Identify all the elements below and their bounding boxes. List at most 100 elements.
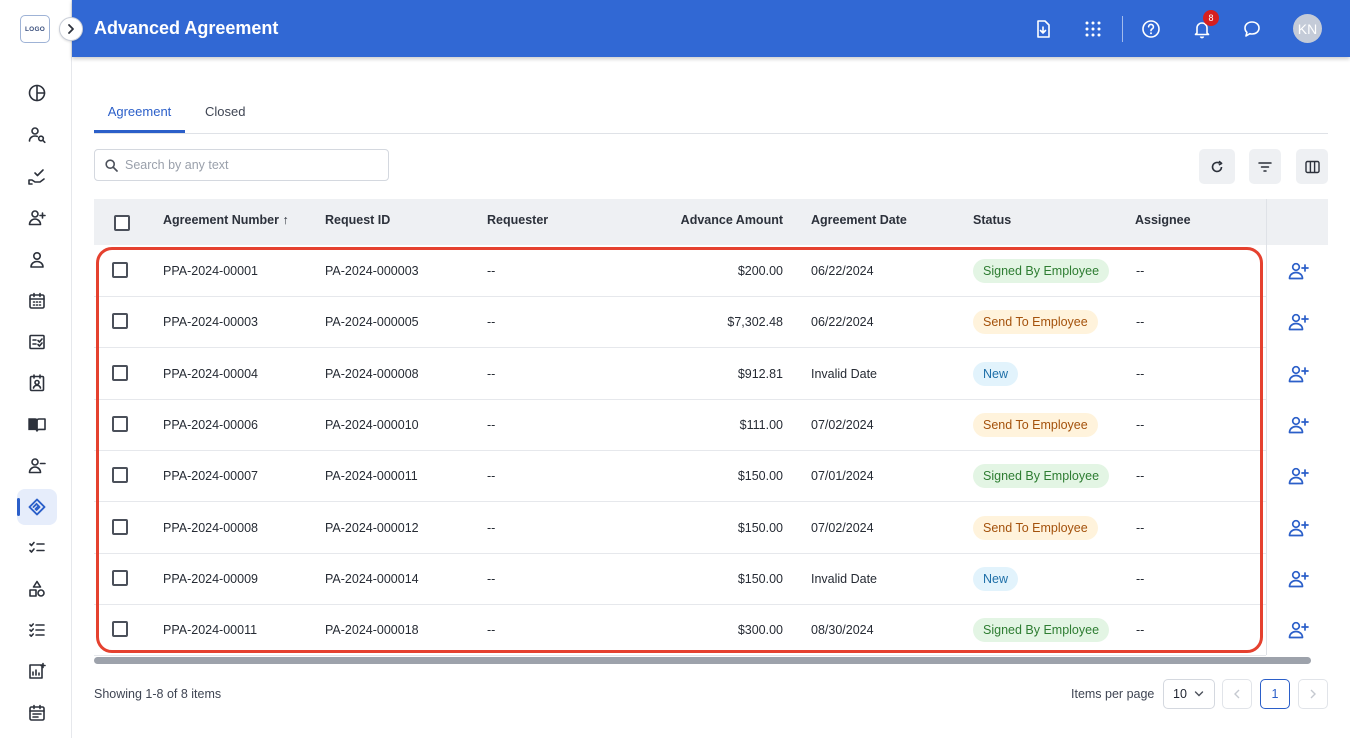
advance-amount-cell: $150.00 — [737, 572, 783, 586]
assign-user-button[interactable] — [1285, 413, 1311, 437]
table-row[interactable]: PPA-2024-00001 PA-2024-000003 -- $200.00… — [94, 246, 1266, 297]
table-row[interactable]: PPA-2024-00009 PA-2024-000014 -- $150.00… — [94, 554, 1266, 605]
assign-user-button[interactable] — [1285, 618, 1311, 642]
row-checkbox[interactable] — [112, 365, 128, 381]
row-checkbox[interactable] — [112, 416, 128, 432]
assign-user-button[interactable] — [1285, 567, 1311, 591]
sidebar-item-hand-check[interactable] — [17, 159, 57, 195]
user-avatar[interactable]: KN — [1293, 14, 1322, 43]
column-header-request-id[interactable]: Request ID — [325, 213, 390, 227]
column-chooser-button[interactable] — [1296, 149, 1328, 184]
agreement-number-cell[interactable]: PPA-2024-00008 — [163, 521, 258, 535]
assign-user-button[interactable] — [1285, 464, 1311, 488]
sidebar-item-event-calendar[interactable] — [17, 695, 57, 731]
help-button[interactable] — [1138, 16, 1164, 42]
sidebar-item-report-chart[interactable] — [17, 653, 57, 689]
sidebar-item-list-check[interactable] — [17, 612, 57, 648]
row-checkbox[interactable] — [112, 519, 128, 535]
row-checkbox[interactable] — [112, 313, 128, 329]
row-checkbox[interactable] — [112, 570, 128, 586]
sidebar-item-user-search[interactable] — [17, 117, 57, 153]
requester-cell: -- — [487, 469, 496, 483]
filter-button[interactable] — [1249, 149, 1281, 184]
table-row[interactable]: PPA-2024-00003 PA-2024-000005 -- $7,302.… — [94, 297, 1266, 348]
page-button-current[interactable]: 1 — [1260, 679, 1290, 709]
assign-user-button[interactable] — [1285, 259, 1311, 283]
agreement-date-cell: 07/01/2024 — [811, 469, 874, 483]
assign-user-button[interactable] — [1285, 310, 1311, 334]
sidebar-item-user-add[interactable] — [17, 200, 57, 236]
agreement-number-cell[interactable]: PPA-2024-00009 — [163, 572, 258, 586]
status-badge: Send To Employee — [973, 310, 1098, 334]
requester-cell: -- — [487, 367, 496, 381]
advance-amount-cell: $7,302.48 — [727, 315, 783, 329]
items-per-page-select[interactable]: 10 — [1163, 679, 1215, 709]
sidebar-item-handshake[interactable] — [17, 489, 57, 525]
logo: LOGO — [20, 15, 50, 43]
request-id-cell: PA-2024-000014 — [325, 572, 419, 586]
agreement-number-cell[interactable]: PPA-2024-00007 — [163, 469, 258, 483]
tab-closed[interactable]: Closed — [205, 97, 245, 133]
column-header-agreement-date[interactable]: Agreement Date — [811, 213, 907, 227]
columns-icon — [1304, 160, 1320, 173]
sidebar-item-shapes[interactable] — [17, 571, 57, 607]
sidebar-item-contact-card[interactable] — [17, 365, 57, 401]
chat-button[interactable] — [1239, 16, 1265, 42]
horizontal-scrollbar[interactable] — [94, 657, 1328, 665]
agreement-number-cell[interactable]: PPA-2024-00004 — [163, 367, 258, 381]
user-add-icon — [28, 210, 46, 226]
column-header-requester[interactable]: Requester — [487, 213, 548, 227]
table-header: Agreement Number ↑ Request ID Requester … — [94, 199, 1328, 245]
download-file-icon — [1037, 20, 1050, 38]
sidebar-item-task-list[interactable] — [17, 530, 57, 566]
assignee-cell: -- — [1136, 367, 1145, 381]
table-row[interactable]: PPA-2024-00007 PA-2024-000011 -- $150.00… — [94, 451, 1266, 502]
sidebar-item-calendar[interactable] — [17, 283, 57, 319]
scrollbar-thumb[interactable] — [94, 657, 1311, 664]
advance-amount-cell: $912.81 — [737, 367, 783, 381]
table-row[interactable]: PPA-2024-00004 PA-2024-000008 -- $912.81… — [94, 349, 1266, 400]
tab-agreement[interactable]: Agreement — [94, 97, 185, 133]
sidebar-item-book[interactable] — [17, 407, 57, 443]
apps-grid-button[interactable] — [1080, 16, 1106, 42]
previous-page-button[interactable] — [1222, 679, 1252, 709]
user-add-icon — [1288, 621, 1309, 639]
row-checkbox[interactable] — [112, 262, 128, 278]
column-header-assignee[interactable]: Assignee — [1135, 213, 1191, 227]
refresh-button[interactable] — [1199, 149, 1235, 184]
agreement-date-cell: Invalid Date — [811, 367, 878, 381]
sidebar-item-user-minus[interactable] — [17, 448, 57, 484]
agreement-number-cell[interactable]: PPA-2024-00006 — [163, 418, 258, 432]
table-row[interactable]: PPA-2024-00008 PA-2024-000012 -- $150.00… — [94, 503, 1266, 554]
next-page-button[interactable] — [1298, 679, 1328, 709]
calendar-icon — [29, 292, 45, 309]
status-badge: New — [973, 362, 1019, 386]
sidebar-expand-button[interactable] — [59, 17, 83, 41]
pie-chart-icon — [28, 84, 46, 102]
column-header-advance-amount[interactable]: Advance Amount — [654, 213, 783, 227]
table-row[interactable]: PPA-2024-00011 PA-2024-000018 -- $300.00… — [94, 605, 1266, 656]
sidebar-item-checklist[interactable] — [17, 324, 57, 360]
row-checkbox[interactable] — [112, 621, 128, 637]
column-header-status[interactable]: Status — [973, 213, 1011, 227]
download-document-button[interactable] — [1030, 16, 1056, 42]
search-input[interactable] — [125, 156, 375, 174]
advance-amount-cell: $111.00 — [739, 418, 783, 432]
sidebar-item-pie-chart[interactable] — [17, 75, 57, 111]
agreement-number-cell[interactable]: PPA-2024-00001 — [163, 264, 258, 278]
sidebar-item-user[interactable] — [17, 242, 57, 278]
user-add-icon — [1288, 570, 1309, 588]
advance-amount-cell: $150.00 — [737, 521, 783, 535]
toolbar-divider — [1122, 16, 1123, 42]
contact-card-icon — [29, 374, 45, 392]
agreement-date-cell: 08/30/2024 — [811, 623, 874, 637]
assign-user-button[interactable] — [1285, 516, 1311, 540]
agreement-number-cell[interactable]: PPA-2024-00011 — [163, 623, 257, 637]
agreement-number-cell[interactable]: PPA-2024-00003 — [163, 315, 258, 329]
assign-user-button[interactable] — [1285, 362, 1311, 386]
table-row[interactable]: PPA-2024-00006 PA-2024-000010 -- $111.00… — [94, 400, 1266, 451]
row-checkbox[interactable] — [112, 467, 128, 483]
select-all-checkbox[interactable] — [114, 215, 130, 231]
column-header-agreement-number[interactable]: Agreement Number ↑ — [163, 213, 289, 227]
agreement-date-cell: Invalid Date — [811, 572, 878, 586]
